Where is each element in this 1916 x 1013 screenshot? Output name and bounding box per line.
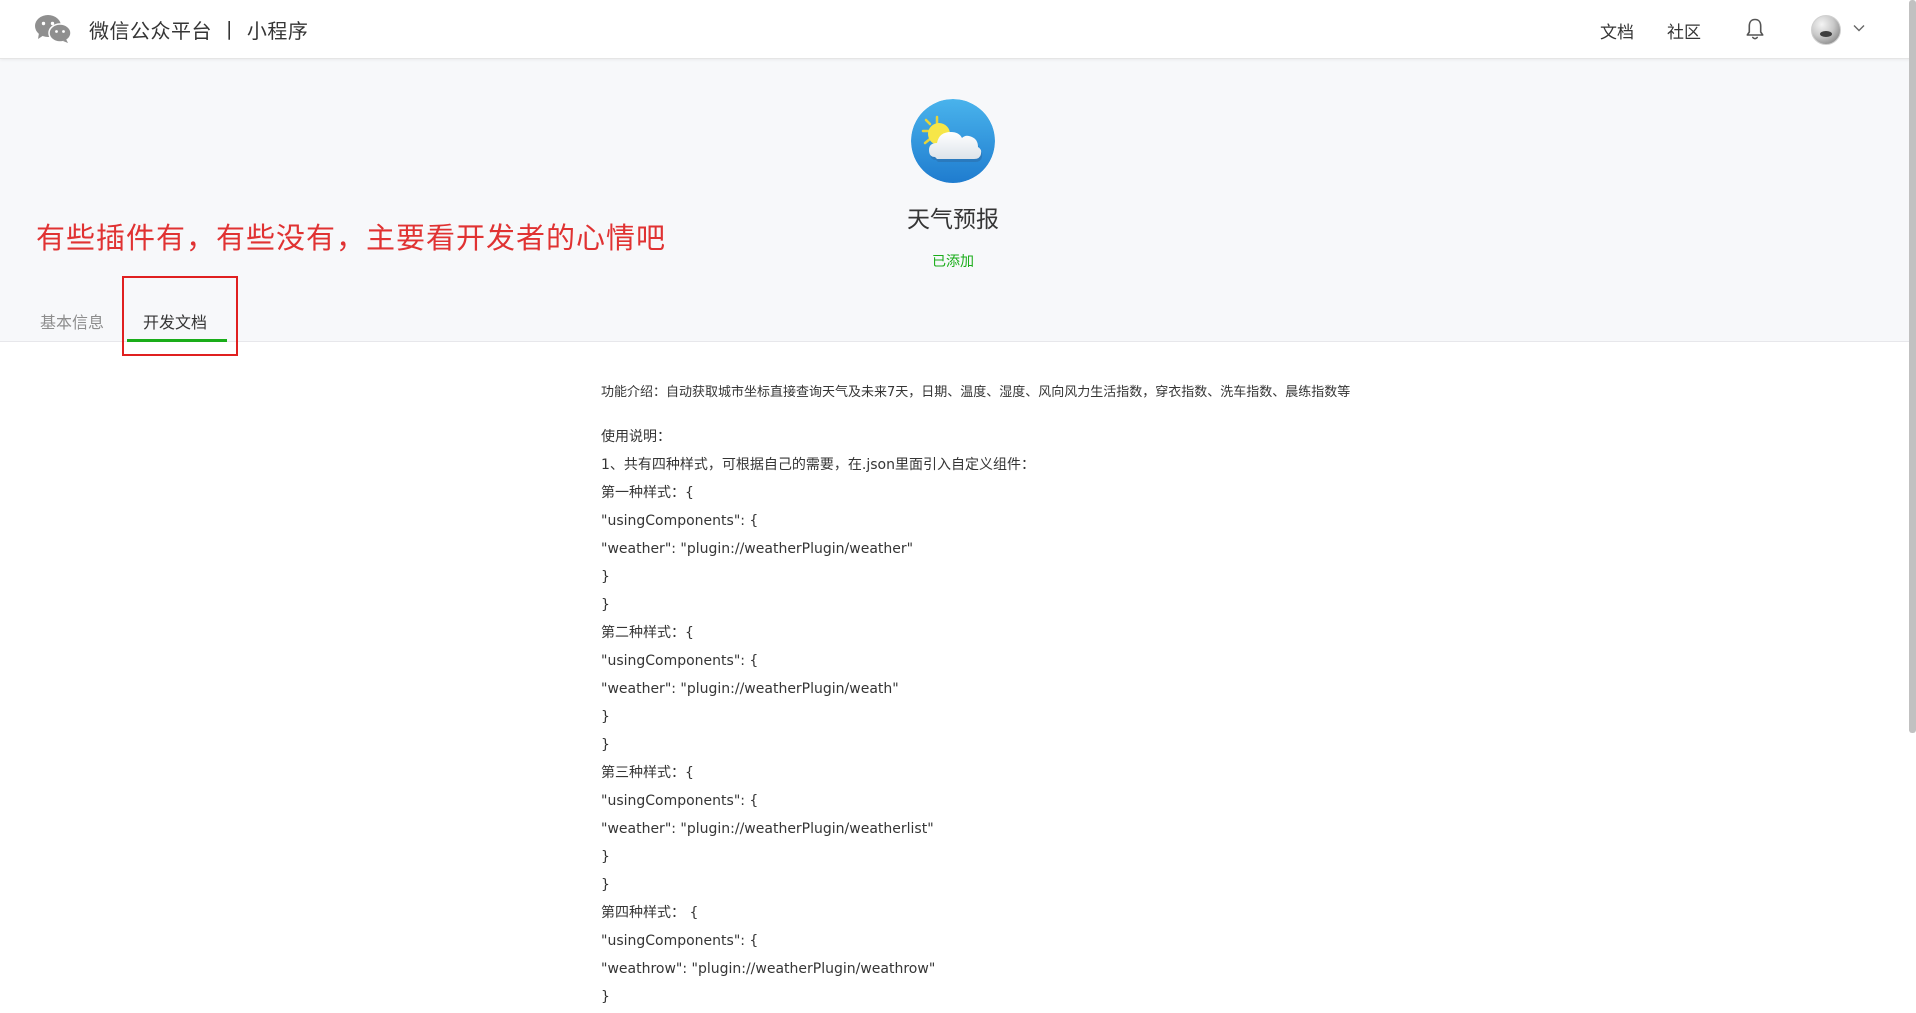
weather-icon bbox=[911, 99, 995, 183]
doc-line: 1、共有四种样式，可根据自己的需要，在.json里面引入自定义组件： bbox=[601, 457, 1035, 473]
doc-line: } bbox=[601, 569, 610, 585]
doc-line: "weather": "plugin://weatherPlugin/weath… bbox=[601, 681, 899, 697]
topbar-right-nav: 文档 社区 bbox=[1516, 0, 1916, 59]
doc-line: "usingComponents": { bbox=[601, 513, 759, 529]
wechat-logo-icon bbox=[35, 15, 72, 43]
doc-line: 使用说明： bbox=[601, 429, 671, 445]
platform-name: 微信公众平台 bbox=[89, 18, 212, 43]
nav-community-link[interactable]: 社区 bbox=[1667, 18, 1701, 43]
tab-basic-info[interactable]: 基本信息 bbox=[40, 309, 104, 333]
doc-line: } bbox=[601, 597, 610, 613]
red-annotation-text: 有些插件有，有些没有，主要看开发者的心情吧 bbox=[36, 221, 667, 255]
top-navigation-bar: 微信公众平台 | 小程序 文档 社区 bbox=[0, 0, 1916, 59]
doc-content: 功能介绍：自动获取城市坐标直接查询天气及未来7天，日期、温度、湿度、风向风力生活… bbox=[601, 383, 1701, 1011]
doc-line: } bbox=[601, 849, 610, 865]
doc-line: } bbox=[601, 877, 610, 893]
doc-line: "usingComponents": { bbox=[601, 793, 759, 809]
doc-line: } bbox=[601, 709, 610, 725]
doc-intro: 功能介绍：自动获取城市坐标直接查询天气及未来7天，日期、温度、湿度、风向风力生活… bbox=[601, 385, 1351, 400]
doc-lines: 使用说明： 1、共有四种样式，可根据自己的需要，在.json里面引入自定义组件：… bbox=[601, 423, 1701, 1011]
plugin-added-status: 已添加 bbox=[932, 254, 974, 270]
scrollbar[interactable] bbox=[1909, 0, 1916, 733]
bell-icon[interactable] bbox=[1745, 17, 1765, 41]
doc-line: "weather": "plugin://weatherPlugin/weath… bbox=[601, 541, 914, 557]
red-highlight-box bbox=[122, 276, 238, 356]
doc-line: 第二种样式：{ bbox=[601, 625, 694, 641]
chevron-down-icon[interactable] bbox=[1853, 24, 1865, 32]
avatar[interactable] bbox=[1811, 15, 1841, 45]
doc-line: "weather": "plugin://weatherPlugin/weath… bbox=[601, 821, 934, 837]
doc-line: 第四种样式： { bbox=[601, 905, 699, 921]
doc-line: } bbox=[601, 989, 610, 1005]
doc-line: 第一种样式：{ bbox=[601, 485, 694, 501]
brand[interactable]: 微信公众平台 | 小程序 bbox=[34, 12, 308, 46]
plugin-header: 天气预报 已添加 有些插件有，有些没有，主要看开发者的心情吧 基本信息 开发文档 bbox=[0, 59, 1916, 356]
doc-line: "usingComponents": { bbox=[601, 653, 759, 669]
doc-line: } bbox=[601, 737, 610, 753]
doc-line: "weathrow": "plugin://weatherPlugin/weat… bbox=[601, 961, 936, 977]
section-name: 小程序 bbox=[246, 18, 309, 43]
brand-separator: | bbox=[226, 18, 233, 40]
plugin-name: 天气预报 bbox=[907, 207, 999, 233]
doc-line: "usingComponents": { bbox=[601, 933, 759, 949]
doc-line: 第三种样式：{ bbox=[601, 765, 694, 781]
nav-docs-link[interactable]: 文档 bbox=[1600, 18, 1634, 43]
